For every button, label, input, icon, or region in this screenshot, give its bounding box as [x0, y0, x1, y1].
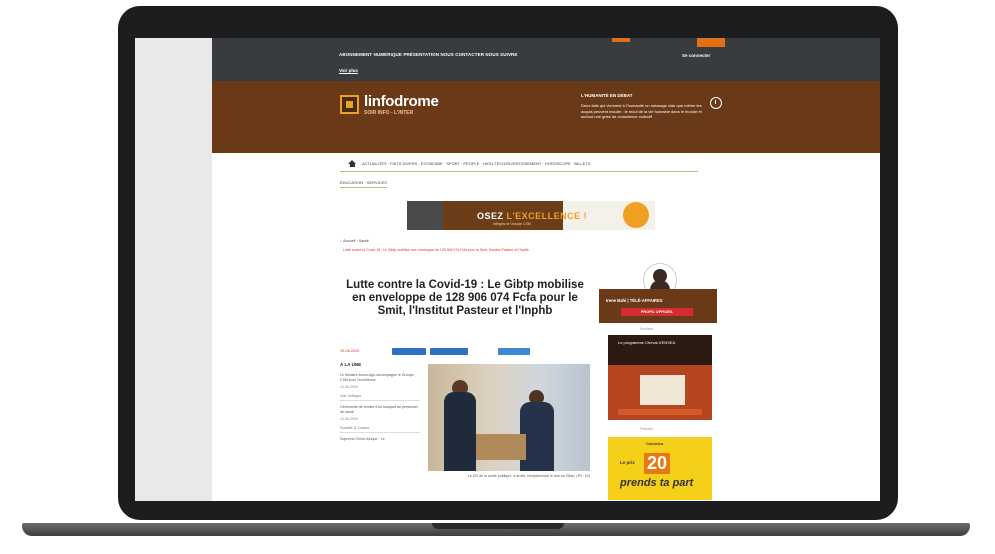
top-nav-links[interactable]: ABONNEMENT NUMÉRIQUE PRÉSENTATION NOUS C…	[339, 52, 518, 57]
left-column-heading: À LA UNE	[340, 362, 362, 367]
sidebar-ad[interactable]: Le programme Cheval d'ENSEA	[608, 335, 712, 420]
profile-name: Irene Bahi | TÉLÉ-AFFAIRES	[606, 298, 663, 303]
banner-badge	[623, 202, 649, 228]
ad-label: Publicité	[640, 427, 654, 431]
promo-cta: prends ta part	[620, 477, 694, 489]
banner-photo	[407, 201, 443, 230]
profile-button[interactable]: PROFIL OFFICIEL	[621, 308, 693, 316]
top-nav-more-link[interactable]: Voir plus	[339, 68, 358, 73]
share-whatsapp-button[interactable]	[498, 348, 530, 355]
main-menu-second-row[interactable]: ÉDUCATION · SERVICES	[340, 180, 387, 188]
laptop-notch	[432, 523, 564, 529]
category-label[interactable]: Société & Culture	[340, 426, 420, 434]
site-header: linfodrome SOIR INFO - L'INTER L'HUMANIT…	[212, 81, 880, 153]
banner-subtext: Intégrez le Groupe CSM	[493, 222, 531, 226]
share-facebook-button[interactable]	[392, 348, 426, 355]
site-logo-title[interactable]: linfodrome	[364, 93, 439, 110]
list-item-date: 19-06-2020	[340, 417, 358, 422]
main-menu-items[interactable]: ACTUALITÉS · FAITS DIVERS · ÉCONOMIE · S…	[362, 161, 590, 166]
banner-headline-accent: L'EXCELLENCE !	[506, 211, 588, 221]
left-gutter	[135, 38, 212, 501]
news-ticker[interactable]: Lutte contre la Covid-19 : Le Gibtp mobi…	[343, 248, 529, 252]
top-navigation-bar: ABONNEMENT NUMÉRIQUE PRÉSENTATION NOUS C…	[212, 38, 880, 81]
sidebar-ad-bar	[618, 409, 702, 415]
sidebar-ad-screen	[640, 375, 685, 405]
list-item[interactable]: Cérémonie de remise d'un bouquet au pers…	[340, 405, 420, 414]
main-menu: ACTUALITÉS · FAITS DIVERS · ÉCONOMIE · S…	[340, 157, 698, 172]
profile-card	[599, 289, 717, 323]
advert-banner[interactable]: OSEZ L'EXCELLENCE ! Intégrez le Groupe C…	[407, 201, 655, 230]
article-title: Lutte contre la Covid-19 : Le Gibtp mobi…	[346, 279, 584, 317]
article-photo[interactable]	[428, 364, 590, 471]
photo-caption: Le DG de la santé publique, à droite, ré…	[467, 474, 590, 478]
orange-accent	[612, 38, 630, 42]
orange-tab[interactable]	[697, 38, 725, 47]
login-link[interactable]: Se connecter	[682, 53, 710, 58]
list-item[interactable]: Le Ministre Amon-Ago accompagne le Group…	[340, 373, 420, 382]
promo-brand: Cocorico	[646, 441, 664, 446]
promo-number: 20	[644, 453, 671, 474]
news-flash-body: Deux faits qui viennent à l'humanité un …	[581, 103, 702, 119]
banner-headline-plain: OSEZ	[477, 211, 504, 221]
site-logo-tagline: SOIR INFO - L'INTER	[364, 110, 414, 116]
list-item[interactable]: Supreme Chine-Afrique · Le	[340, 437, 420, 442]
left-column: À LA UNE Le Ministre Amon-Ago accompagne…	[340, 362, 420, 445]
promo-line: Le prix	[620, 460, 635, 465]
share-twitter-button[interactable]	[430, 348, 468, 355]
breadcrumb-section[interactable]: Santé	[359, 239, 369, 243]
clock-icon[interactable]	[710, 97, 722, 109]
breadcrumb-home[interactable]: Accueil	[343, 239, 355, 243]
logo-icon[interactable]	[340, 95, 359, 114]
sidebar-ad-promo[interactable]: Cocorico Le prix 20 prends ta part	[608, 437, 712, 500]
breadcrumb: ⌂ Accueil › Santé	[340, 239, 369, 243]
news-flash-heading[interactable]: L'HUMANITÉ EN DÉBAT	[581, 93, 632, 98]
sidebar-ad-text: Le programme Cheval d'ENSEA	[618, 340, 676, 345]
banner-headline: OSEZ L'EXCELLENCE !	[477, 211, 587, 221]
article-date: 19-06-2020	[340, 349, 360, 353]
photo-person	[444, 392, 476, 471]
category-label[interactable]: Voir l'Afrique	[340, 394, 420, 402]
ad-label: Publicité	[640, 327, 654, 331]
photo-package	[476, 434, 526, 460]
home-icon[interactable]	[348, 160, 356, 167]
list-item-date: 19-06-2020	[340, 385, 358, 390]
share-row: 19-06-2020	[340, 348, 530, 356]
